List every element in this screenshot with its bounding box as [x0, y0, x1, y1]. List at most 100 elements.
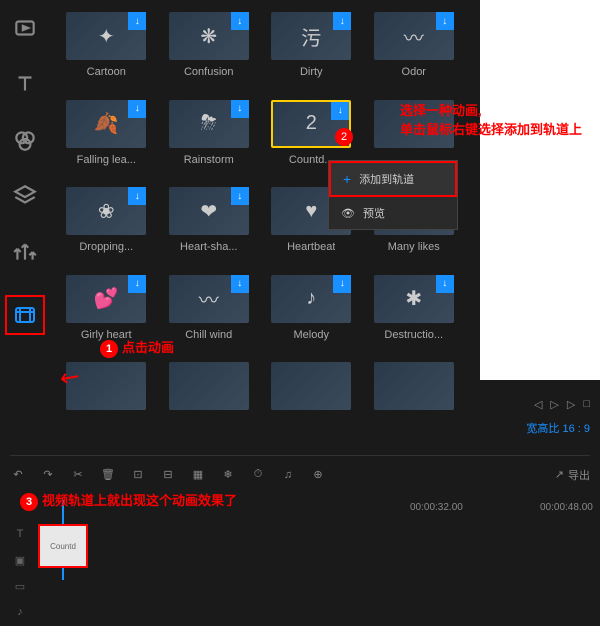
download-icon: ↓ — [333, 12, 351, 30]
effect-label: Heart-sha... — [180, 241, 237, 253]
step-badge-2-wrap: 2 — [335, 128, 357, 146]
play-icon[interactable]: ▷ — [550, 398, 558, 411]
export-button[interactable]: ↗ 导出 — [555, 467, 590, 483]
effect-label: Destructio... — [384, 329, 443, 341]
effect-item[interactable]: ♪↓Melody — [265, 275, 358, 353]
track-overlay-icon: ▣ — [10, 554, 30, 567]
effect-item[interactable]: ✦↓ Cartoon — [60, 12, 153, 90]
download-icon: ↓ — [128, 187, 146, 205]
effect-thumbnail: 〰↓ — [169, 275, 249, 323]
audio-track[interactable]: ♪ — [10, 600, 590, 624]
zoom-icon[interactable]: ⊕ — [310, 467, 326, 483]
effect-item[interactable]: ⛈↓ Rainstorm — [163, 100, 256, 178]
effect-item[interactable] — [265, 362, 358, 428]
effect-item[interactable]: ❀↓ Dropping... — [60, 187, 153, 265]
speed-icon[interactable]: ⏱ — [250, 467, 266, 483]
effect-thumbnail: ⛈↓ — [169, 100, 249, 148]
split-icon[interactable]: ⊟ — [160, 467, 176, 483]
next-icon[interactable]: ▷ — [567, 398, 575, 411]
overlay-track[interactable]: ▣ — [10, 548, 590, 572]
delete-icon[interactable]: 🗑 — [100, 467, 116, 483]
effect-label: Cartoon — [87, 66, 126, 78]
effect-thumbnail: ❋↓ — [169, 12, 249, 60]
effect-label: Falling lea... — [77, 154, 136, 166]
effect-item[interactable]: ❤↓ Heart-sha... — [163, 187, 256, 265]
download-icon: ↓ — [128, 275, 146, 293]
effect-label: Dropping... — [79, 241, 133, 253]
timeline: 3视频轨道上就出现这个动画效果了 00:00:32.00 00:00:48.00… — [0, 490, 600, 587]
annotation-2: 选择一种动画, 单击鼠标右键选择添加到轨道上 — [400, 100, 582, 138]
annotation-3: 3视频轨道上就出现这个动画效果了 — [20, 490, 237, 511]
undo-icon[interactable]: ↶ — [10, 467, 26, 483]
menu-label: 预览 — [363, 205, 385, 221]
timeline-clip[interactable]: Countd — [38, 524, 88, 568]
download-icon: ↓ — [128, 12, 146, 30]
preview-panel — [480, 0, 600, 380]
effect-item[interactable] — [163, 362, 256, 428]
animation-icon[interactable] — [5, 295, 45, 335]
effect-thumbnail: 💕↓ — [66, 275, 146, 323]
effect-item[interactable]: 污↓ Dirty — [265, 12, 358, 90]
step-badge-1: 1 — [100, 340, 118, 358]
track-video-icon: ▭ — [10, 580, 30, 593]
effect-label: Rainstorm — [184, 154, 234, 166]
effect-thumbnail: ✦↓ — [66, 12, 146, 60]
download-icon: ↓ — [128, 100, 146, 118]
effect-thumbnail — [169, 362, 249, 410]
effect-label: Odor — [402, 66, 426, 78]
effect-thumbnail: ❤↓ — [169, 187, 249, 235]
text-icon[interactable] — [12, 71, 38, 97]
menu-add-to-track[interactable]: + 添加到轨道 — [329, 161, 457, 197]
effect-label: Dirty — [300, 66, 323, 78]
menu-preview[interactable]: 👁 预览 — [329, 197, 457, 229]
stop-icon[interactable]: □ — [583, 398, 590, 411]
annotation-1: 1点击动画 — [100, 337, 174, 358]
effect-label: Many likes — [388, 241, 440, 253]
aspect-ratio[interactable]: 宽高比 16 : 9 — [526, 420, 590, 436]
effect-label: Chill wind — [185, 329, 232, 341]
download-icon: ↓ — [333, 275, 351, 293]
effect-item[interactable] — [368, 362, 461, 428]
mosaic-icon[interactable]: ▦ — [190, 467, 206, 483]
plus-icon: + — [343, 171, 351, 187]
redo-icon[interactable]: ↷ — [40, 467, 56, 483]
effect-item[interactable]: 〰↓ Chill wind — [163, 275, 256, 353]
effect-thumbnail: ❀↓ — [66, 187, 146, 235]
prev-icon[interactable]: ◁ — [534, 398, 542, 411]
effect-label: Confusion — [184, 66, 234, 78]
step-badge-3: 3 — [20, 493, 38, 511]
effect-item[interactable]: ❋↓ Confusion — [163, 12, 256, 90]
effect-thumbnail: ✱↓ — [374, 275, 454, 323]
freeze-icon[interactable]: ❄ — [220, 467, 236, 483]
effect-thumbnail: 🍂↓ — [66, 100, 146, 148]
media-icon[interactable] — [12, 15, 38, 41]
effect-thumbnail — [271, 362, 351, 410]
element-icon[interactable] — [12, 239, 38, 265]
effect-thumbnail: 污↓ — [271, 12, 351, 60]
export-icon: ↗ — [555, 468, 564, 481]
playback-controls: ◁ ▷ ▷ □ — [534, 398, 590, 411]
download-icon: ↓ — [231, 187, 249, 205]
effect-item[interactable]: 🍂↓ Falling lea... — [60, 100, 153, 178]
effect-label: Countd... — [289, 154, 334, 166]
effect-thumbnail: 〰↓ — [374, 12, 454, 60]
effect-item[interactable]: 〰↓ Odor — [368, 12, 461, 90]
crop-icon[interactable]: ⊡ — [130, 467, 146, 483]
download-icon: ↓ — [231, 100, 249, 118]
audio-icon[interactable]: ♫ — [280, 467, 296, 483]
video-track[interactable]: ▭ — [10, 574, 590, 598]
track-text-icon: T — [10, 528, 30, 540]
tracks: T ▣ ▭ ♪ — [10, 522, 590, 626]
ruler-mark: 00:00:48.00 — [540, 502, 593, 513]
cut-icon[interactable]: ✂ — [70, 467, 86, 483]
ruler-mark: 00:00:32.00 — [410, 502, 463, 513]
effect-item[interactable]: ✱↓ Destructio... — [368, 275, 461, 353]
text-track[interactable]: T — [10, 522, 590, 546]
filter-icon[interactable] — [12, 127, 38, 153]
effect-label: Heartbeat — [287, 241, 335, 253]
tool-sidebar — [0, 0, 50, 440]
overlay-icon[interactable] — [12, 183, 38, 209]
step-badge-2: 2 — [335, 128, 353, 146]
menu-label: 添加到轨道 — [359, 171, 414, 187]
download-icon: ↓ — [436, 275, 454, 293]
